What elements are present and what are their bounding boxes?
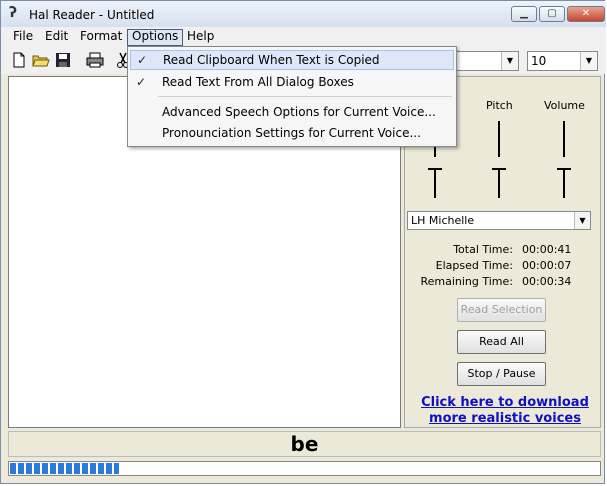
menu-item-label: Read Text From All Dialog Boxes [162,75,354,89]
menu-format[interactable]: Format [76,29,126,44]
read-selection-button[interactable]: Read Selection [457,298,546,322]
rate-slider-thumb[interactable] [428,168,442,198]
maximize-button[interactable]: ▢ [539,6,565,22]
options-dropdown-menu: ✓ Read Clipboard When Text is Copied ✓ R… [127,46,457,147]
hal-reader-window: ʔ Hal Reader - Untitled ▁ ▢ ✕ File Edit … [0,0,606,484]
menu-item-advanced-speech-options[interactable]: Advanced Speech Options for Current Voic… [130,102,454,122]
font-size-value: 10 [531,54,547,68]
menu-item-read-clipboard[interactable]: ✓ Read Clipboard When Text is Copied [130,50,454,70]
menu-bar: File Edit Format Options Help [1,27,606,46]
elapsed-time-label: Elapsed Time: [435,259,513,272]
progress-fill [10,463,119,474]
checkmark-icon: ✓ [137,53,148,67]
download-voices-link-line2[interactable]: more realistic voices [414,411,596,426]
menu-options[interactable]: Options [127,29,184,46]
menu-item-read-dialog-boxes[interactable]: ✓ Read Text From All Dialog Boxes [130,72,454,92]
pitch-label: Pitch [486,99,513,112]
open-folder-icon[interactable] [32,51,50,69]
volume-slider-track [563,121,565,157]
menu-help[interactable]: Help [183,29,218,44]
voice-select[interactable]: LH Michelle ▼ [407,211,591,230]
menu-separator [158,96,452,97]
close-button[interactable]: ✕ [567,6,605,22]
pitch-slider-thumb[interactable] [492,168,506,198]
volume-label: Volume [544,99,585,112]
window-title: Hal Reader - Untitled [29,8,155,22]
chevron-down-icon: ▼ [574,212,590,229]
chevron-down-icon: ▼ [580,52,597,70]
stop-pause-button[interactable]: Stop / Pause [457,362,546,386]
chevron-down-icon: ▼ [501,52,518,70]
menu-item-pronunciation-settings[interactable]: Pronounciation Settings for Current Voic… [130,123,454,143]
menu-file[interactable]: File [9,29,37,44]
current-word-display: be [8,431,601,457]
font-name-select[interactable]: ▼ [453,51,519,71]
menu-edit[interactable]: Edit [41,29,72,44]
read-all-button[interactable]: Read All [457,330,546,354]
save-icon[interactable] [54,51,72,69]
menu-item-label: Advanced Speech Options for Current Voic… [162,105,436,119]
title-bar: ʔ Hal Reader - Untitled ▁ ▢ ✕ [1,1,606,27]
menu-item-label: Read Clipboard When Text is Copied [163,53,380,67]
volume-slider-thumb[interactable] [557,168,571,198]
checkmark-icon: ✓ [136,75,147,89]
minimize-button[interactable]: ▁ [511,6,537,22]
voice-value: LH Michelle [411,214,475,227]
print-icon[interactable] [86,51,104,69]
remaining-time-label: Remaining Time: [420,275,513,288]
app-ear-icon: ʔ [9,5,18,21]
total-time-value: 00:00:41 [522,243,572,256]
elapsed-time-value: 00:00:07 [522,259,572,272]
pitch-slider-track [498,121,500,157]
font-size-select[interactable]: 10 ▼ [527,51,598,71]
new-file-icon[interactable] [10,51,28,69]
download-voices-link-line1[interactable]: Click here to download [414,395,596,410]
total-time-label: Total Time: [453,243,513,256]
menu-item-label: Pronounciation Settings for Current Voic… [162,126,421,140]
remaining-time-value: 00:00:34 [522,275,572,288]
reading-progress-bar [8,461,601,476]
